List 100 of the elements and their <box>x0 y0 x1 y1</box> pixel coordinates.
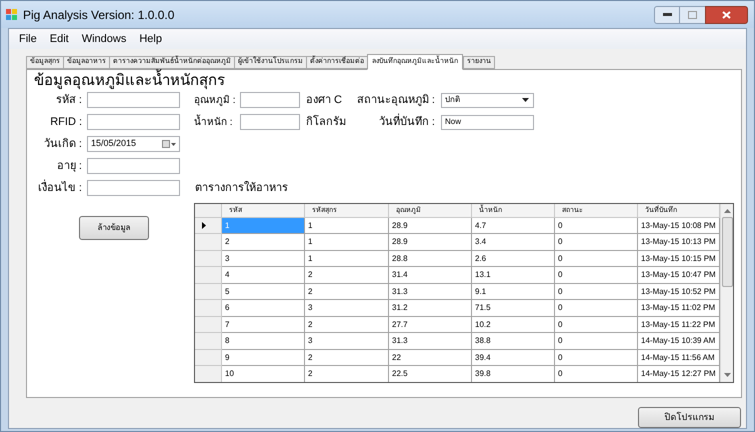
table-cell: 28.9 <box>389 218 472 234</box>
menu-item[interactable]: Help <box>133 30 168 48</box>
table-cell: 8 <box>222 333 305 350</box>
table-cell: 0 <box>555 267 638 284</box>
input-field[interactable] <box>87 92 180 108</box>
table-cell: 0 <box>555 366 638 382</box>
table-cell: 13-May-15 11:22 PM <box>638 316 720 333</box>
input-field[interactable]: Now <box>441 114 534 130</box>
table-cell: 28.8 <box>389 250 472 267</box>
table-cell: 2 <box>305 350 389 366</box>
clear-button[interactable]: ล้างข้อมูล <box>79 216 149 240</box>
table-cell: 27.7 <box>389 316 472 333</box>
table-cell: 0 <box>555 316 638 333</box>
table-cell: 4 <box>222 267 305 284</box>
close-program-button[interactable]: ปิดโปรแกรม <box>638 407 741 428</box>
table-cell: 2 <box>305 316 389 333</box>
table-cell: 3 <box>305 333 389 350</box>
scroll-down-icon <box>724 372 730 376</box>
field-label: อุณหภูมิ : <box>194 94 237 108</box>
menu-item[interactable]: Edit <box>44 30 75 48</box>
scroll-up-icon <box>724 208 730 212</box>
current-row-icon <box>202 222 206 229</box>
field-label: วันที่บันทึก : <box>378 114 436 130</box>
input-field[interactable] <box>87 158 180 174</box>
table-cell: 13-May-15 10:08 PM <box>638 218 720 234</box>
table-cell: 13-May-15 11:02 PM <box>638 300 720 316</box>
table-cell: 13.1 <box>472 267 555 284</box>
table-cell: 1 <box>222 218 305 234</box>
field-label: สถานะอุณหภูมิ : <box>356 92 436 108</box>
field-label: อายุ : <box>56 158 83 174</box>
table-cell: 71.5 <box>472 300 555 316</box>
table-cell: 2 <box>305 366 389 382</box>
close-icon <box>722 10 731 18</box>
table-cell: 14-May-15 11:56 AM <box>638 350 720 366</box>
table-cell: 7 <box>222 316 305 333</box>
menu-item[interactable]: Windows <box>76 30 132 48</box>
table-cell: 0 <box>555 300 638 316</box>
menu-item[interactable]: File <box>13 30 43 48</box>
table-cell: 2 <box>222 234 305 250</box>
table-cell: 38.8 <box>472 333 555 350</box>
table-cell: 31.3 <box>389 333 472 350</box>
table-cell: 5 <box>222 284 305 300</box>
table-cell: 2 <box>305 267 389 284</box>
unit-label: องศา C <box>306 92 342 108</box>
field-label: เงื่อนไข : <box>36 180 83 196</box>
table-cell: 22.5 <box>389 366 472 382</box>
table-cell: 28.9 <box>389 234 472 250</box>
section-heading: ข้อมูลอุณหภูมิและน้ำหนักสุกร <box>34 71 741 91</box>
table-cell: 14-May-15 12:27 PM <box>638 366 720 382</box>
field-label: วันเกิด : <box>42 136 83 152</box>
table-cell: 3 <box>305 300 389 316</box>
field-value: 15/05/2015 <box>90 137 138 150</box>
maximize-icon <box>688 10 697 18</box>
field-label: RFID : <box>49 114 83 130</box>
date-picker[interactable]: 15/05/2015 <box>87 136 180 152</box>
table-cell: 2.6 <box>472 250 555 267</box>
table-cell: 0 <box>555 333 638 350</box>
minimize-button[interactable] <box>654 6 680 24</box>
input-field[interactable] <box>240 92 300 108</box>
app-icon <box>6 8 18 20</box>
table-cell: 1 <box>305 218 389 234</box>
table-cell: 0 <box>555 350 638 366</box>
row-header-corner <box>195 204 222 218</box>
scrollbar-thumb[interactable] <box>722 216 732 286</box>
input-field[interactable] <box>240 114 300 130</box>
table-cell: 0 <box>555 284 638 300</box>
table-cell: 1 <box>305 234 389 250</box>
table-title: ตารางการให้อาหาร <box>195 180 289 196</box>
table-cell: 9.1 <box>472 284 555 300</box>
calendar-dropdown-icon <box>162 140 176 148</box>
table-cell: 39.8 <box>472 366 555 382</box>
field-label: รหัส : <box>54 92 83 108</box>
input-field[interactable] <box>87 180 180 196</box>
unit-label: กิโลกรัม <box>306 114 346 130</box>
table-cell: 4.7 <box>472 218 555 234</box>
table-cell: 13-May-15 10:52 PM <box>638 284 720 300</box>
dropdown[interactable]: ปกติ <box>441 92 534 108</box>
table-cell: 3.4 <box>472 234 555 250</box>
caret-icon <box>522 98 529 102</box>
table-cell: 0 <box>555 218 638 234</box>
table-cell: 2 <box>305 284 389 300</box>
table-cell: 22 <box>389 350 472 366</box>
table-cell: 9 <box>222 350 305 366</box>
table-cell: 10.2 <box>472 316 555 333</box>
table-cell: 14-May-15 10:39 AM <box>638 333 720 350</box>
table-cell: 31.2 <box>389 300 472 316</box>
table-cell: 6 <box>222 300 305 316</box>
table-cell: 10 <box>222 366 305 382</box>
table-cell: 31.4 <box>389 267 472 284</box>
table-cell: 31.3 <box>389 284 472 300</box>
table-cell: 39.4 <box>472 350 555 366</box>
minimize-icon <box>662 13 672 16</box>
close-window-button[interactable] <box>705 6 748 24</box>
table-cell: 0 <box>555 234 638 250</box>
field-value: Now <box>444 116 462 128</box>
field-value: ปกติ <box>444 94 461 106</box>
input-field[interactable] <box>87 114 180 130</box>
vertical-scrollbar[interactable] <box>720 204 733 382</box>
row-header[interactable] <box>195 218 222 234</box>
table-cell: 13-May-15 10:13 PM <box>638 234 720 250</box>
